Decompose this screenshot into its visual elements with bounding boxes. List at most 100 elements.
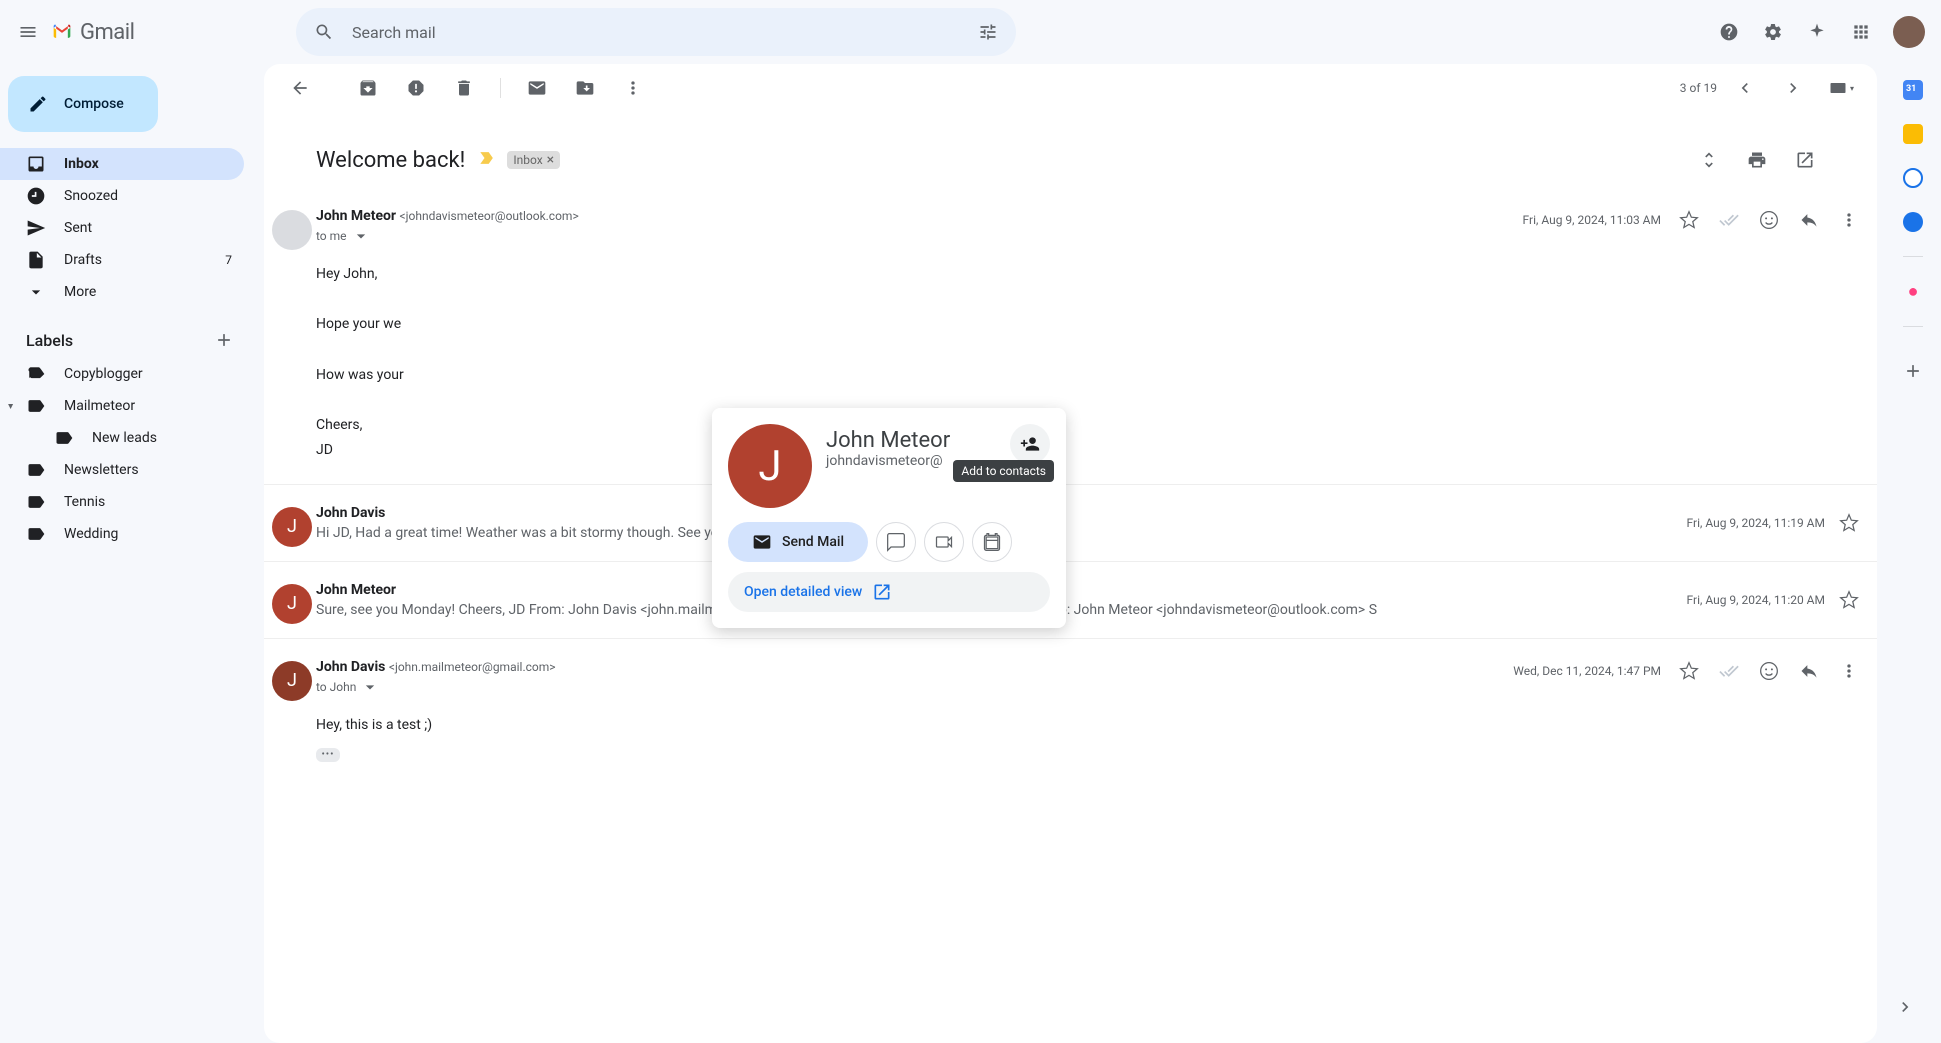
send-mail-button[interactable]: Send Mail (728, 522, 868, 562)
message-more-button[interactable] (1837, 208, 1861, 232)
compose-label: Compose (64, 96, 124, 112)
message-date: Fri, Aug 9, 2024, 11:19 AM (1687, 516, 1825, 530)
sidebar-item-snoozed[interactable]: Snoozed (0, 180, 244, 212)
keep-app-button[interactable] (1903, 124, 1923, 144)
importance-marker[interactable] (477, 148, 497, 172)
support-button[interactable] (1709, 12, 1749, 52)
star-icon (1839, 590, 1859, 610)
star-icon (1679, 210, 1699, 230)
older-button[interactable] (1773, 68, 1813, 108)
more-button[interactable] (613, 68, 653, 108)
sidebar-item-more[interactable]: More (0, 276, 244, 308)
sidebar-item-label: More (64, 284, 96, 300)
sparkle-icon (1807, 22, 1827, 42)
main-menu-button[interactable] (8, 12, 48, 52)
sender-avatar[interactable]: J (272, 584, 312, 624)
sidebar-item-inbox[interactable]: Inbox (0, 148, 244, 180)
contacts-app-button[interactable] (1903, 212, 1923, 232)
tasks-app-button[interactable] (1903, 168, 1923, 188)
addon-button[interactable]: ● (1908, 281, 1919, 302)
video-call-button[interactable] (924, 522, 964, 562)
hovercard-name: John Meteor (826, 428, 996, 453)
sidebar: Compose Inbox Snoozed Sent Drafts 7 More… (0, 64, 256, 1043)
emoji-react-button[interactable] (1757, 659, 1781, 683)
recipient-line[interactable]: to John (316, 677, 556, 697)
sender-avatar[interactable]: J (272, 507, 312, 547)
reply-icon (1799, 661, 1819, 681)
archive-button[interactable] (348, 68, 388, 108)
open-detailed-view-button[interactable]: Open detailed view (728, 572, 1050, 612)
label-text: Tennis (64, 494, 105, 510)
recipient-line[interactable]: to me (316, 226, 579, 246)
chip-remove[interactable]: × (547, 152, 554, 168)
expand-collapse-button[interactable] (1689, 140, 1729, 180)
read-receipt (1717, 208, 1741, 232)
sender-name[interactable]: John Meteor (316, 208, 396, 224)
contact-hovercard: J John Meteor johndavismeteor@ Add to co… (712, 408, 1066, 628)
sidebar-item-sent[interactable]: Sent (0, 212, 244, 244)
check-all-icon (1719, 210, 1739, 230)
star-button[interactable] (1837, 588, 1861, 612)
star-button[interactable] (1837, 511, 1861, 535)
label-mailmeteor[interactable]: Mailmeteor (0, 390, 244, 422)
input-tools-button[interactable]: ▾ (1821, 68, 1861, 108)
move-to-button[interactable] (565, 68, 605, 108)
start-chat-button[interactable] (876, 522, 916, 562)
message-date: Fri, Aug 9, 2024, 11:20 AM (1687, 593, 1825, 607)
calendar-app-button[interactable] (1903, 80, 1923, 100)
emoji-react-button[interactable] (1757, 208, 1781, 232)
show-trimmed-button[interactable]: ••• (316, 748, 340, 762)
spam-button[interactable] (396, 68, 436, 108)
label-copyblogger[interactable]: Copyblogger (0, 358, 244, 390)
star-button[interactable] (1677, 659, 1701, 683)
sender-avatar[interactable] (272, 210, 312, 250)
mark-unread-button[interactable] (517, 68, 557, 108)
label-wedding[interactable]: Wedding (0, 518, 244, 550)
arrow-back-icon (290, 78, 310, 98)
label-tennis[interactable]: Tennis (0, 486, 244, 518)
reply-button[interactable] (1797, 208, 1821, 232)
star-button[interactable] (1677, 208, 1701, 232)
message-collapsed[interactable]: J John Davis Hi JD, Had a great time! We… (264, 485, 1877, 562)
more-vert-icon (1839, 661, 1859, 681)
settings-button[interactable] (1753, 12, 1793, 52)
emoji-icon (1759, 661, 1779, 681)
message-collapsed[interactable]: J John Meteor Sure, see you Monday! Chee… (264, 562, 1877, 639)
gemini-button[interactable] (1797, 12, 1837, 52)
label-newsletters[interactable]: Newsletters (0, 454, 244, 486)
reply-button[interactable] (1797, 659, 1821, 683)
sidebar-item-drafts[interactable]: Drafts 7 (0, 244, 244, 276)
gmail-logo[interactable]: Gmail (48, 20, 286, 45)
sender-name[interactable]: John Davis (316, 659, 385, 675)
search-options-button[interactable] (968, 12, 1008, 52)
apps-button[interactable] (1841, 12, 1881, 52)
side-panel-toggle[interactable] (1885, 987, 1925, 1027)
newer-button[interactable] (1725, 68, 1765, 108)
search-button[interactable] (304, 12, 344, 52)
open-in-new-icon (1795, 150, 1815, 170)
divider (1903, 256, 1923, 257)
label-new-leads[interactable]: New leads (0, 422, 244, 454)
get-addons-button[interactable] (1893, 351, 1933, 391)
account-avatar[interactable] (1893, 16, 1925, 48)
more-vert-icon (1839, 210, 1859, 230)
add-label-button[interactable] (212, 328, 236, 352)
back-button[interactable] (280, 68, 320, 108)
compose-button[interactable]: Compose (8, 76, 158, 132)
thread-subject: Welcome back! (316, 148, 465, 173)
message-more-button[interactable] (1837, 659, 1861, 683)
print-button[interactable] (1737, 140, 1777, 180)
sender-avatar[interactable]: J (272, 661, 312, 701)
person-add-icon (1020, 434, 1040, 454)
gmail-icon (52, 22, 72, 42)
schedule-event-button[interactable] (972, 522, 1012, 562)
message-body: Hey, this is a test ;) (316, 697, 1861, 738)
add-to-contacts-button[interactable]: Add to contacts (1010, 424, 1050, 464)
tune-icon (978, 22, 998, 42)
gear-icon (1763, 22, 1783, 42)
inbox-chip[interactable]: Inbox × (507, 151, 560, 169)
search-input[interactable] (344, 23, 968, 42)
popout-button[interactable] (1785, 140, 1825, 180)
sidebar-item-label: Drafts (64, 252, 102, 268)
delete-button[interactable] (444, 68, 484, 108)
